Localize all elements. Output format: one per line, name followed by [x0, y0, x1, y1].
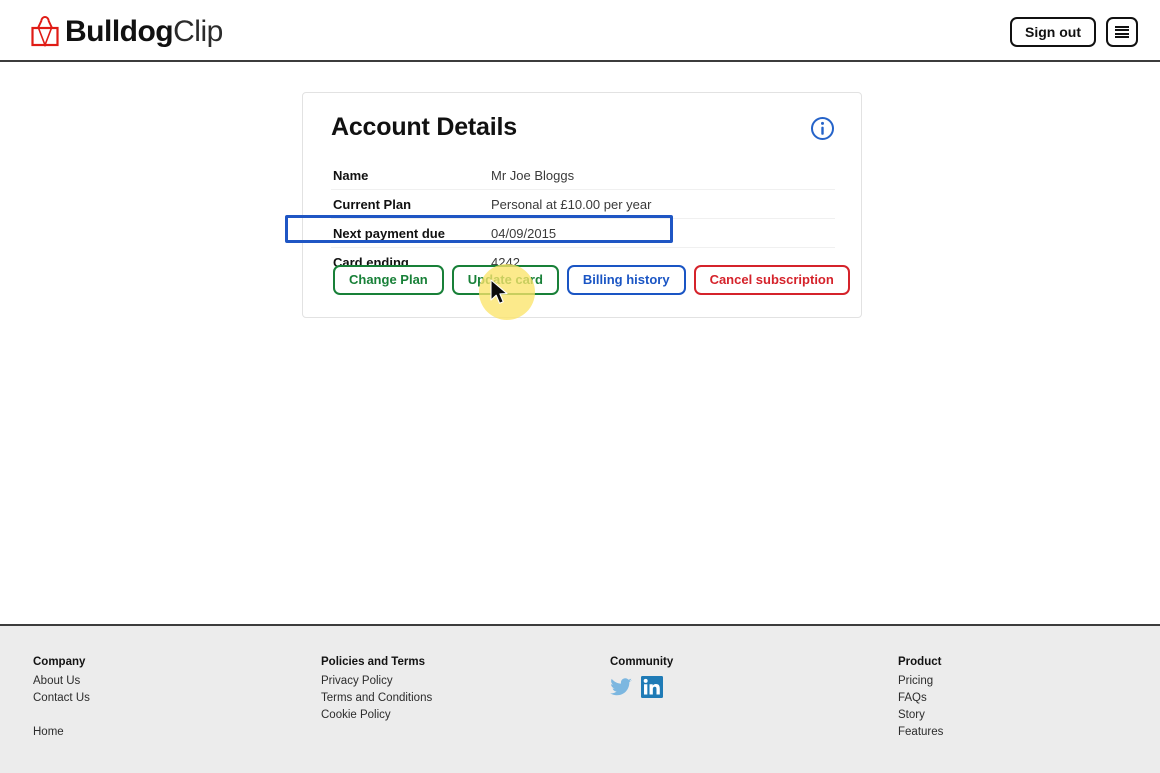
table-row: Name Mr Joe Bloggs	[331, 161, 835, 190]
change-plan-button[interactable]: Change Plan	[333, 265, 444, 295]
footer-column-company: Company About Us Contact Us Home	[33, 654, 90, 741]
account-details-card: Account Details Name Mr Joe Bloggs Curre…	[302, 92, 862, 318]
table-row: Current Plan Personal at £10.00 per year	[331, 189, 835, 219]
footer-column-community: Community	[610, 654, 673, 698]
footer-heading: Policies and Terms	[321, 656, 425, 668]
logo-bold-text: Bulldog	[65, 15, 174, 48]
site-footer: Company About Us Contact Us Home Policie…	[0, 624, 1160, 773]
footer-link-contact-us[interactable]: Contact Us	[33, 690, 90, 707]
footer-heading: Community	[610, 656, 674, 668]
row-label: Next payment due	[331, 218, 491, 248]
account-action-buttons: Change Plan Update card Billing history …	[333, 265, 850, 295]
row-label: Name	[333, 167, 369, 183]
footer-column-policies: Policies and Terms Privacy Policy Terms …	[321, 654, 432, 724]
footer-link-pricing[interactable]: Pricing	[898, 673, 943, 690]
row-label: Current Plan	[331, 189, 491, 219]
row-value: Personal at £10.00 per year	[491, 189, 835, 219]
table-row: Next payment due 04/09/2015	[331, 218, 835, 248]
linkedin-icon[interactable]	[641, 676, 663, 698]
header-actions: Sign out	[1010, 17, 1138, 47]
twitter-icon[interactable]	[610, 677, 632, 697]
social-links	[610, 676, 673, 698]
footer-column-product: Product Pricing FAQs Story Features	[898, 654, 943, 741]
update-card-button[interactable]: Update card	[451, 265, 559, 295]
billing-history-button[interactable]: Billing history	[566, 265, 686, 295]
footer-link-faqs[interactable]: FAQs	[898, 690, 943, 707]
footer-link-story[interactable]: Story	[898, 707, 943, 724]
footer-link-about-us[interactable]: About Us	[33, 673, 90, 690]
info-circle-icon[interactable]	[810, 116, 835, 141]
footer-link-terms-and-conditions[interactable]: Terms and Conditions	[321, 690, 432, 707]
sign-out-button[interactable]: Sign out	[1010, 17, 1096, 47]
footer-spacer	[33, 707, 90, 724]
footer-link-cookie-policy[interactable]: Cookie Policy	[321, 707, 432, 724]
footer-link-features[interactable]: Features	[898, 724, 943, 741]
site-header: BulldogClip Sign out	[0, 0, 1160, 62]
brand-logo[interactable]: BulldogClip	[28, 13, 223, 51]
footer-heading: Product	[898, 656, 942, 668]
hamburger-menu-icon	[1115, 26, 1129, 38]
footer-heading: Company	[33, 656, 86, 668]
row-value: Mr Joe Bloggs	[491, 167, 575, 183]
logo-light-text: Clip	[173, 15, 223, 48]
bulldog-clip-icon	[31, 16, 59, 48]
footer-link-privacy-policy[interactable]: Privacy Policy	[321, 673, 432, 690]
page-title: Account Details	[331, 113, 517, 141]
menu-button[interactable]	[1106, 17, 1138, 47]
cancel-subscription-button[interactable]: Cancel subscription	[693, 265, 850, 295]
row-value: 04/09/2015	[491, 218, 835, 248]
footer-link-home[interactable]: Home	[33, 724, 90, 741]
account-details-table: Name Mr Joe Bloggs Current Plan Personal…	[331, 161, 835, 276]
